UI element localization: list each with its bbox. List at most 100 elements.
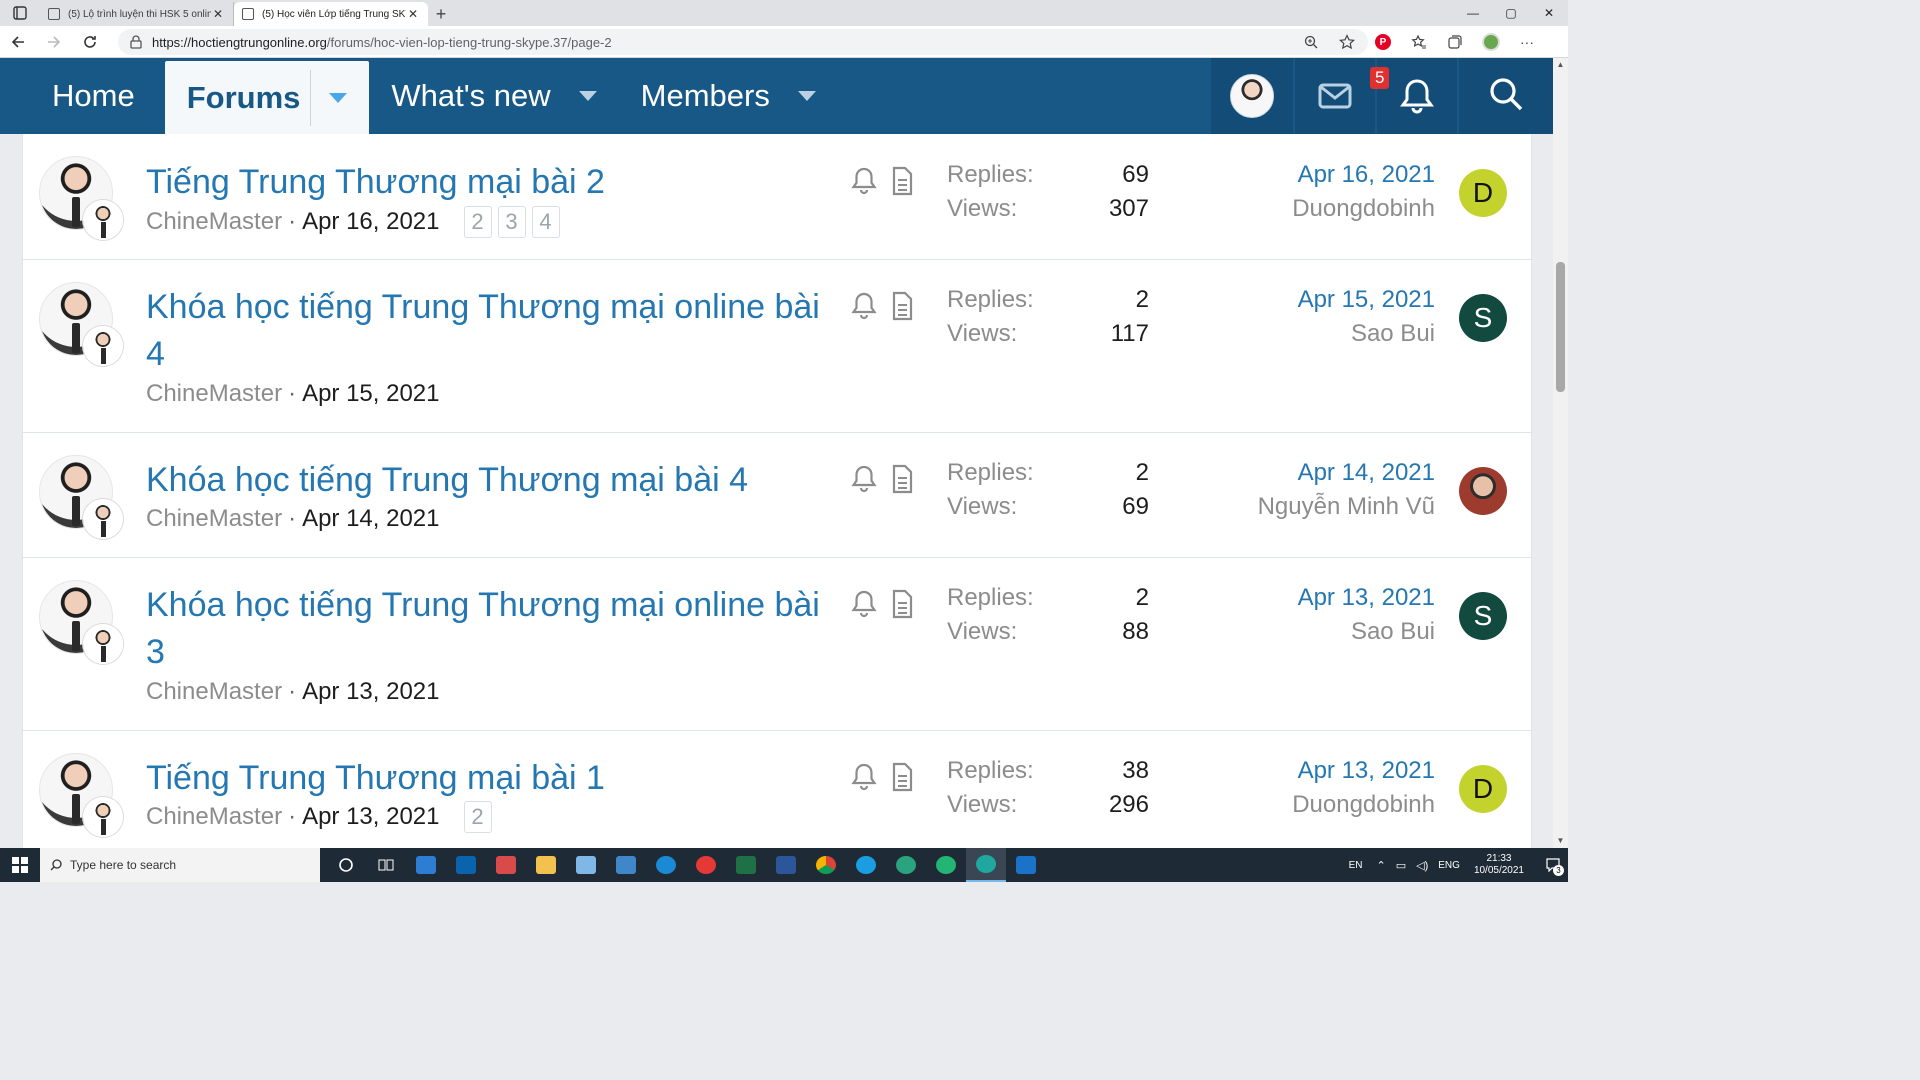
file-explorer-icon[interactable]: [526, 848, 566, 882]
edge-icon[interactable]: [846, 848, 886, 882]
nav-tab-whats-new[interactable]: What's new: [369, 58, 618, 134]
search-button[interactable]: [1459, 58, 1553, 134]
page-scrollbar[interactable]: ▲ ▼: [1553, 58, 1568, 848]
forward-button[interactable]: [36, 26, 72, 58]
thread-title-link[interactable]: Tiếng Trung Thương mại bài 2: [146, 159, 836, 206]
store-icon[interactable]: [406, 848, 446, 882]
last-poster-mini-avatar[interactable]: [83, 326, 123, 366]
edge-beta-icon[interactable]: [926, 848, 966, 882]
last-poster-mini-avatar[interactable]: [83, 200, 123, 240]
thread-author-link[interactable]: ChineMaster: [146, 803, 282, 831]
network-app-icon[interactable]: [606, 848, 646, 882]
thread-author-link[interactable]: ChineMaster: [146, 678, 282, 706]
notification-center-icon[interactable]: 3: [1538, 848, 1568, 882]
taskbar-search-input[interactable]: Type here to search: [40, 848, 320, 882]
latest-post-user[interactable]: Sao Bui: [1298, 317, 1435, 351]
latest-post-user[interactable]: Nguyễn Minh Vũ: [1258, 490, 1435, 524]
tab-close-icon[interactable]: ✕: [211, 7, 225, 21]
bell-watch-icon[interactable]: [851, 464, 877, 494]
chevron-down-icon[interactable]: [797, 91, 816, 101]
nav-tab-forums[interactable]: Forums: [164, 61, 370, 134]
browser-tab-skype[interactable]: (5) Học viên Lớp tiếng Trung SKYPE ✕: [234, 2, 428, 26]
taskbar-clock[interactable]: 21:33 10/05/2021: [1474, 853, 1524, 877]
cortana-icon[interactable]: [326, 848, 366, 882]
latest-poster-avatar[interactable]: S: [1459, 294, 1507, 342]
chrome-icon[interactable]: [806, 848, 846, 882]
scrollbar-thumb[interactable]: [1556, 262, 1565, 392]
url-field[interactable]: https://hoctiengtrungonline.org/forums/h…: [118, 29, 1368, 55]
nav-tab-home[interactable]: Home: [0, 58, 165, 134]
thread-author-link[interactable]: ChineMaster: [146, 208, 282, 236]
latest-poster-avatar[interactable]: D: [1459, 765, 1507, 813]
latest-post-user[interactable]: Duongdobinh: [1292, 788, 1435, 822]
alerts-button[interactable]: 5: [1370, 58, 1457, 134]
last-poster-mini-avatar[interactable]: [83, 797, 123, 837]
favorite-star-icon[interactable]: [1336, 31, 1358, 53]
settings-more-button[interactable]: ···: [1516, 31, 1538, 53]
last-poster-mini-avatar[interactable]: [83, 499, 123, 539]
account-button[interactable]: [1211, 58, 1293, 134]
browser-tab-hsk5[interactable]: (5) Lộ trình luyện thi HSK 5 online ✕: [40, 2, 234, 26]
bell-watch-icon[interactable]: [851, 291, 877, 321]
thread-title-link[interactable]: Khóa học tiếng Trung Thương mại bài 4: [146, 457, 836, 504]
conversations-button[interactable]: [1295, 58, 1375, 134]
start-button[interactable]: [0, 848, 40, 882]
latest-post-user[interactable]: Duongdobinh: [1292, 192, 1435, 226]
scroll-down-arrow-icon[interactable]: ▼: [1553, 834, 1568, 848]
latest-post-date[interactable]: Apr 13, 2021: [1292, 754, 1435, 788]
minimize-button[interactable]: —: [1454, 0, 1492, 26]
chat-app-icon[interactable]: [686, 848, 726, 882]
latest-post-date[interactable]: Apr 13, 2021: [1298, 581, 1435, 615]
thread-start-date[interactable]: Apr 13, 2021: [302, 803, 439, 831]
favorites-icon[interactable]: [1408, 31, 1430, 53]
forums-dropdown-toggle[interactable]: [310, 69, 348, 126]
new-tab-button[interactable]: +: [428, 2, 454, 26]
notepad-icon[interactable]: [566, 848, 606, 882]
edge-dev-icon[interactable]: [886, 848, 926, 882]
page-link-3[interactable]: 3: [497, 206, 526, 238]
apps-grid-icon[interactable]: [486, 848, 526, 882]
page-link-2[interactable]: 2: [463, 206, 492, 238]
latest-post-date[interactable]: Apr 16, 2021: [1292, 158, 1435, 192]
thread-start-date[interactable]: Apr 15, 2021: [302, 380, 439, 408]
mail-app-icon[interactable]: [446, 848, 486, 882]
chevron-up-icon[interactable]: ⌃: [1377, 859, 1386, 872]
bell-watch-icon[interactable]: [851, 589, 877, 619]
latest-post-date[interactable]: Apr 15, 2021: [1298, 283, 1435, 317]
close-window-button[interactable]: ✕: [1530, 0, 1568, 26]
word-icon[interactable]: [766, 848, 806, 882]
input-language[interactable]: EN: [1349, 860, 1363, 871]
thread-author-link[interactable]: ChineMaster: [146, 380, 282, 408]
media-player-icon[interactable]: [1006, 848, 1046, 882]
thread-title-link[interactable]: Khóa học tiếng Trung Thương mại online b…: [146, 582, 836, 676]
edge-active-icon[interactable]: [966, 848, 1006, 882]
profile-avatar[interactable]: [1480, 31, 1502, 53]
thread-start-date[interactable]: Apr 13, 2021: [302, 678, 439, 706]
bell-watch-icon[interactable]: [851, 762, 877, 792]
collections-icon[interactable]: [1444, 31, 1466, 53]
nav-tab-members[interactable]: Members: [619, 58, 838, 134]
refresh-button[interactable]: [72, 26, 108, 58]
network-icon[interactable]: ▭: [1396, 859, 1406, 872]
latest-poster-avatar[interactable]: [1459, 467, 1507, 515]
thread-title-link[interactable]: Khóa học tiếng Trung Thương mại online b…: [146, 284, 836, 378]
pinterest-icon[interactable]: P: [1372, 31, 1394, 53]
scroll-up-arrow-icon[interactable]: ▲: [1553, 58, 1568, 72]
page-link-4[interactable]: 4: [531, 206, 560, 238]
thread-author-link[interactable]: ChineMaster: [146, 505, 282, 533]
zoom-icon[interactable]: [1300, 31, 1322, 53]
chevron-down-icon[interactable]: [578, 91, 597, 101]
latest-poster-avatar[interactable]: S: [1459, 592, 1507, 640]
back-button[interactable]: [0, 26, 36, 58]
thread-start-date[interactable]: Apr 16, 2021: [302, 208, 439, 236]
bell-watch-icon[interactable]: [851, 166, 877, 196]
skype-icon[interactable]: [646, 848, 686, 882]
page-link-2[interactable]: 2: [463, 801, 492, 833]
latest-post-user[interactable]: Sao Bui: [1298, 615, 1435, 649]
excel-icon[interactable]: [726, 848, 766, 882]
thread-title-link[interactable]: Tiếng Trung Thương mại bài 1: [146, 755, 836, 802]
last-poster-mini-avatar[interactable]: [83, 624, 123, 664]
latest-poster-avatar[interactable]: D: [1459, 169, 1507, 217]
keyboard-layout[interactable]: ENG: [1438, 860, 1460, 871]
thread-start-date[interactable]: Apr 14, 2021: [302, 505, 439, 533]
